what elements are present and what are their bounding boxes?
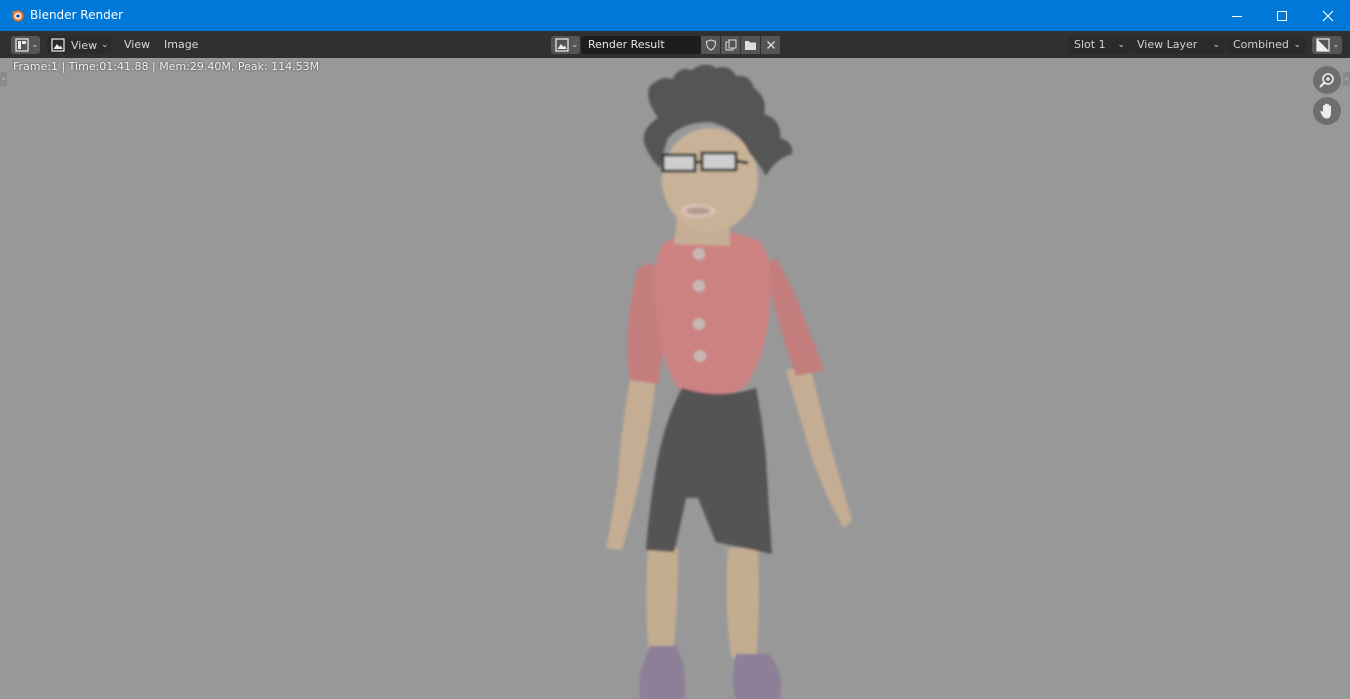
left-toolbar-toggle[interactable]: › — [0, 72, 7, 86]
image-editor-icon — [15, 38, 29, 52]
image-name-field[interactable]: Render Result — [581, 36, 701, 54]
render-viewport[interactable]: Frame:1 | Time:01:41.88 | Mem:29.40M, Pe… — [0, 58, 1350, 699]
render-pass-label: Combined — [1233, 38, 1289, 51]
slot-label: Slot 1 — [1074, 38, 1106, 51]
pan-button[interactable] — [1313, 97, 1341, 125]
window-title: Blender Render — [30, 8, 124, 22]
display-channels-icon — [1316, 38, 1330, 52]
view-layer-dropdown[interactable]: View Layer ⌄ — [1131, 36, 1225, 54]
view-layer-label: View Layer — [1137, 38, 1198, 51]
display-channels-button[interactable]: ⌄ — [1312, 36, 1342, 54]
close-button[interactable] — [1305, 0, 1350, 31]
right-sidebar-toggle[interactable]: ‹ — [1343, 72, 1350, 86]
hand-icon — [1320, 103, 1331, 119]
image-icon — [51, 38, 65, 52]
menu-image[interactable]: Image — [164, 37, 198, 53]
maximize-button[interactable] — [1259, 0, 1305, 31]
render-result-image — [606, 64, 852, 699]
duplicate-icon — [725, 39, 736, 51]
magnifier-icon — [1319, 73, 1334, 88]
folder-icon — [745, 41, 756, 50]
render-stats: Frame:1 | Time:01:41.88 | Mem:29.40M, Pe… — [13, 60, 320, 73]
maximize-icon — [1277, 10, 1287, 21]
blender-logo-icon — [11, 10, 24, 22]
image-editor-header: ⌄ View ⌄ View Image ⌄ Render Result Slot… — [0, 31, 1350, 58]
new-image-button[interactable] — [721, 36, 740, 54]
image-browse-button[interactable]: ⌄ — [551, 36, 580, 54]
window-titlebar: Blender Render — [0, 0, 1350, 31]
menu-view[interactable]: View — [124, 37, 150, 53]
fake-user-button[interactable] — [701, 36, 720, 54]
close-x-icon — [766, 41, 775, 49]
open-image-button[interactable] — [741, 36, 760, 54]
view-mode-label: View — [71, 38, 98, 52]
render-pass-dropdown[interactable]: Combined ⌄ — [1227, 36, 1306, 54]
minimize-icon — [1232, 15, 1242, 17]
view-mode-dropdown[interactable]: View ⌄ — [47, 36, 111, 54]
shield-icon — [705, 39, 716, 51]
slot-dropdown[interactable]: Slot 1 ⌄ — [1068, 36, 1130, 54]
image-browse-icon — [555, 38, 569, 52]
zoom-button[interactable] — [1313, 66, 1341, 94]
minimize-button[interactable] — [1214, 0, 1260, 31]
editor-type-button[interactable]: ⌄ — [11, 36, 40, 54]
unlink-image-button[interactable] — [761, 36, 780, 54]
close-icon — [1322, 10, 1334, 21]
